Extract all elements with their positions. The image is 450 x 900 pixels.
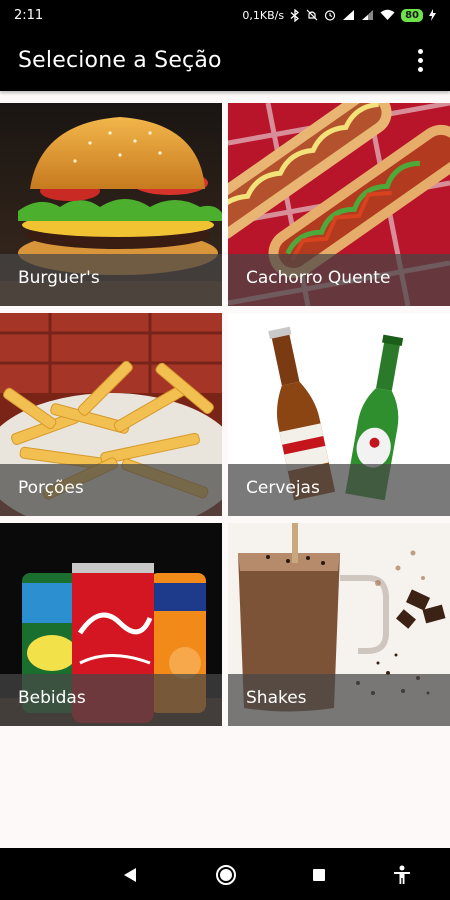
signal-icon bbox=[362, 10, 374, 20]
charging-icon bbox=[429, 9, 436, 21]
network-speed: 0,1KB/s bbox=[242, 8, 285, 22]
recents-icon[interactable] bbox=[305, 861, 333, 889]
section-card-shakes[interactable]: Shakes bbox=[228, 523, 450, 726]
status-bar: 2:11 0,1KB/s 80 bbox=[0, 0, 450, 30]
navigation-bar bbox=[0, 848, 450, 900]
accessibility-icon[interactable] bbox=[388, 861, 416, 889]
section-card-portions[interactable]: Porções bbox=[0, 313, 222, 516]
app-bar: Selecione a Seção bbox=[0, 30, 450, 91]
section-label: Burguer's bbox=[0, 254, 222, 306]
wifi-icon bbox=[380, 9, 395, 20]
section-label: Cervejas bbox=[228, 464, 450, 516]
status-icons: 0,1KB/s 80 bbox=[242, 8, 436, 22]
home-icon[interactable] bbox=[212, 861, 240, 889]
alarm-icon bbox=[324, 10, 336, 21]
section-card-drinks[interactable]: Bebidas bbox=[0, 523, 222, 726]
bluetooth-icon bbox=[290, 8, 300, 22]
section-label: Bebidas bbox=[0, 674, 222, 726]
section-card-burgers[interactable]: Burguer's bbox=[0, 103, 222, 306]
mute-icon bbox=[306, 9, 318, 21]
section-card-beers[interactable]: Cervejas bbox=[228, 313, 450, 516]
section-label: Porções bbox=[0, 464, 222, 516]
more-vert-icon[interactable] bbox=[408, 41, 432, 81]
section-card-hotdog[interactable]: Cachorro Quente bbox=[228, 103, 450, 306]
status-time: 2:11 bbox=[14, 7, 44, 23]
page-title: Selecione a Seção bbox=[18, 48, 222, 73]
battery-icon: 80 bbox=[401, 8, 423, 22]
section-label: Cachorro Quente bbox=[228, 254, 450, 306]
signal-icon bbox=[343, 10, 355, 20]
back-icon[interactable] bbox=[116, 861, 144, 889]
section-label: Shakes bbox=[228, 674, 450, 726]
